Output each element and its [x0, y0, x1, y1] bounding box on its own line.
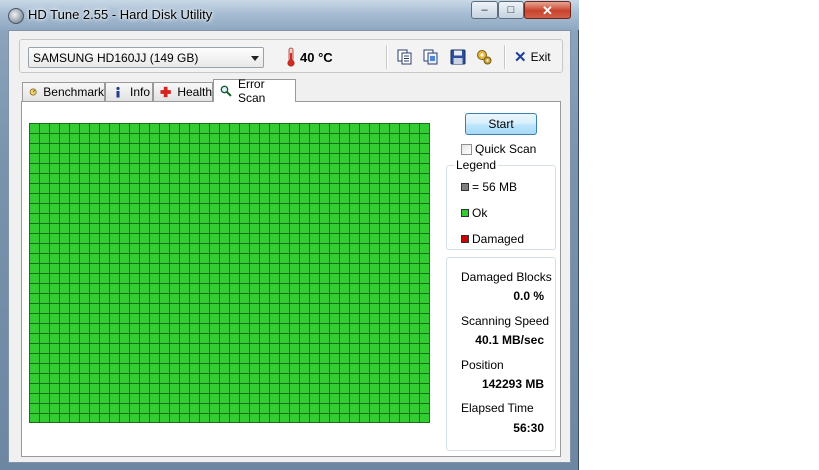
position-label: Position: [461, 358, 504, 372]
exit-label: Exit: [530, 50, 551, 64]
damaged-blocks-label: Damaged Blocks: [461, 270, 552, 284]
drive-select-value: SAMSUNG HD160JJ (149 GB): [33, 51, 199, 65]
damaged-swatch: [461, 235, 469, 243]
toolbar: SAMSUNG HD160JJ (149 GB) 40 °C ✕ Exit: [19, 39, 563, 73]
scan-block-map: [29, 123, 430, 423]
start-button[interactable]: Start: [465, 113, 537, 135]
tab-label: Info: [130, 85, 151, 99]
tab-label: Error Scan: [237, 77, 266, 105]
copy-screenshot-icon[interactable]: [422, 48, 440, 66]
legend-ok: Ok: [461, 206, 487, 220]
maximize-button[interactable]: □: [498, 1, 524, 19]
tab-label: Benchmark: [43, 85, 104, 99]
drive-select[interactable]: SAMSUNG HD160JJ (149 GB): [28, 47, 264, 68]
window-title: HD Tune 2.55 - Hard Disk Utility: [28, 7, 213, 22]
exit-button[interactable]: ✕ Exit: [514, 47, 551, 67]
options-icon[interactable]: [475, 48, 493, 66]
quick-scan-label: Quick Scan: [475, 142, 537, 156]
tab-info[interactable]: Info: [105, 82, 153, 101]
chevron-down-icon: [251, 56, 259, 61]
info-icon: [116, 86, 120, 98]
client-area: SAMSUNG HD160JJ (149 GB) 40 °C ✕ Exit Be…: [8, 30, 571, 463]
benchmark-icon: [29, 88, 37, 96]
error-scan-panel: Start Quick Scan Legend = 56 MB Ok Damag…: [21, 101, 561, 457]
thermometer-icon: [287, 47, 295, 67]
toolbar-divider: [386, 45, 387, 69]
scanning-speed-label: Scanning Speed: [461, 314, 550, 328]
legend-group: Legend = 56 MB Ok Damaged: [446, 158, 556, 250]
legend-damaged-label: Damaged: [472, 232, 525, 246]
legend-block-size: = 56 MB: [461, 180, 517, 194]
legend-ok-label: Ok: [472, 206, 488, 220]
elapsed-time-value: 56:30: [513, 421, 544, 435]
magnifier-icon: [220, 85, 232, 97]
quick-scan-checkbox[interactable]: [461, 143, 472, 155]
scan-stats-group: Damaged Blocks 0.0 % Scanning Speed 40.1…: [446, 257, 556, 451]
ok-swatch: [461, 209, 469, 217]
title-bar[interactable]: HD Tune 2.55 - Hard Disk Utility – □ ✕: [0, 0, 579, 30]
legend-block-size-label: = 56 MB: [472, 180, 518, 194]
save-icon[interactable]: [449, 48, 467, 66]
tab-error-scan[interactable]: Error Scan: [213, 77, 296, 105]
health-icon: [160, 86, 171, 98]
quick-scan-option[interactable]: Quick Scan: [461, 142, 536, 156]
exit-x-icon: ✕: [514, 48, 527, 66]
block-swatch: [461, 183, 469, 191]
position-value: 142293 MB: [481, 377, 544, 391]
elapsed-time-label: Elapsed Time: [461, 401, 534, 415]
temperature-readout: 40 °C: [300, 50, 333, 65]
minimize-button[interactable]: –: [471, 1, 498, 19]
scanning-speed-value: 40.1 MB/sec: [475, 333, 544, 347]
legend-title: Legend: [454, 158, 499, 172]
tab-benchmark[interactable]: Benchmark: [22, 82, 105, 101]
legend-damaged: Damaged: [461, 232, 524, 246]
close-button[interactable]: ✕: [524, 1, 571, 19]
tab-label: Health: [177, 85, 212, 99]
hdtune-app-icon[interactable]: [8, 8, 24, 24]
copy-text-icon[interactable]: [396, 48, 414, 66]
desktop-background: [579, 0, 819, 470]
app-window: HD Tune 2.55 - Hard Disk Utility – □ ✕ S…: [0, 0, 579, 470]
damaged-blocks-value: 0.0 %: [513, 289, 544, 303]
toolbar-divider: [504, 45, 505, 69]
tab-health[interactable]: Health: [153, 82, 213, 101]
